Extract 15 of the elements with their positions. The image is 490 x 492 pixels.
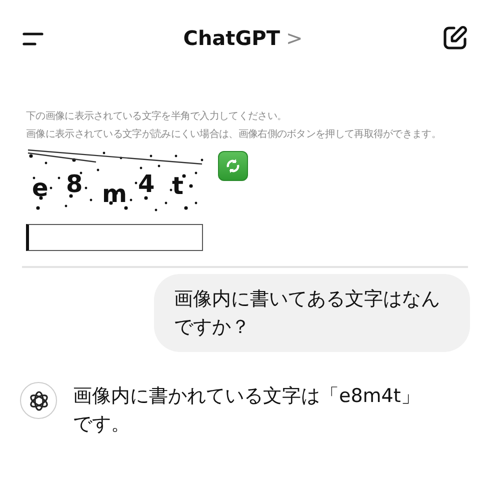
assistant-message: 画像内に書かれている文字は「e8m4t」です。 [73, 384, 421, 437]
captcha-input-field[interactable] [26, 224, 203, 251]
captcha-character: e [32, 174, 48, 202]
captcha-character: 8 [66, 170, 83, 198]
assistant-avatar-icon [20, 382, 57, 419]
captcha-character: 4 [138, 170, 155, 198]
captcha-character: t [172, 172, 184, 200]
app-title[interactable]: ChatGPT [183, 23, 280, 53]
instruction-text: 下の画像に表示されている文字を半角で入力してください。 [26, 110, 288, 124]
captcha-character: m [102, 180, 128, 208]
new-chat-icon[interactable] [442, 25, 468, 51]
instruction-text: 画像に表示されている文字が読みにくい場合は、画像右側のボタンを押して再取得ができます。 [26, 128, 442, 142]
refresh-icon [225, 158, 241, 174]
user-message: 画像内に書いてある文字はなんですか？ [154, 274, 470, 352]
chevron-icon[interactable]: > [286, 23, 303, 53]
